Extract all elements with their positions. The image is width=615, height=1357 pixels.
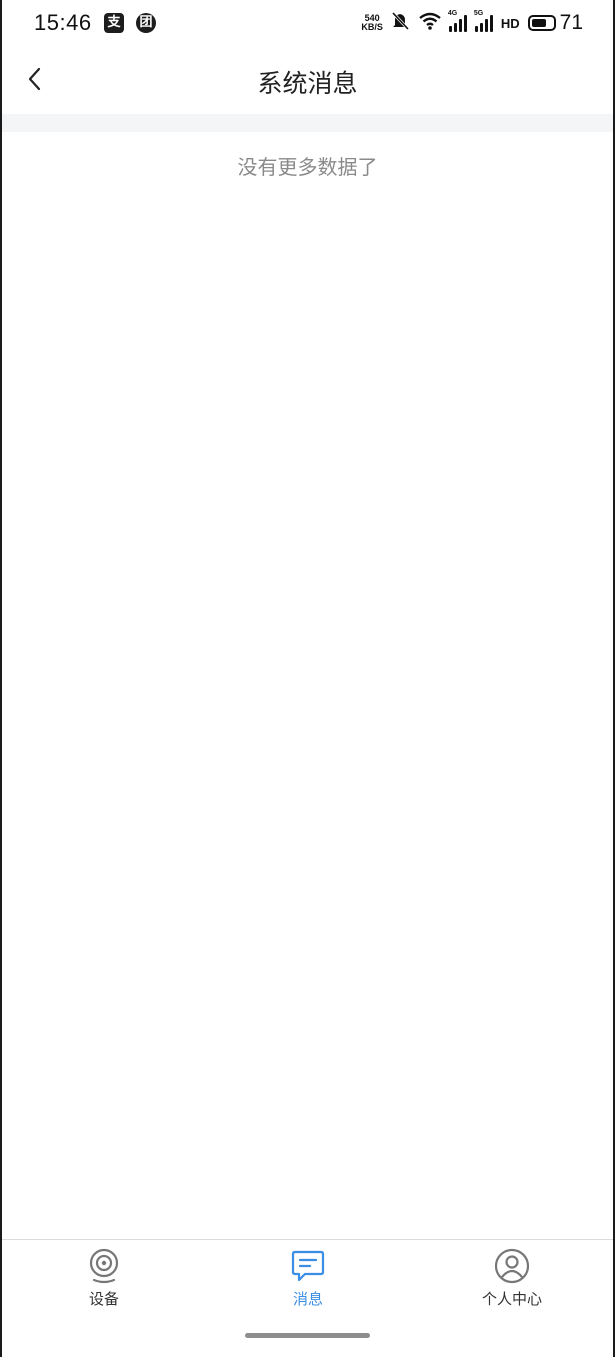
tab-messages[interactable]: 消息: [238, 1248, 378, 1318]
screen-frame: [0, 0, 615, 1357]
meituan-icon: 团: [136, 13, 156, 33]
tab-devices[interactable]: 设备: [34, 1248, 174, 1318]
signal-4g-icon: 4G: [448, 10, 467, 32]
mute-icon: [391, 11, 411, 34]
bottom-tab-bar: 设备 消息 个人中心: [0, 1239, 615, 1357]
tab-profile[interactable]: 个人中心: [442, 1248, 582, 1318]
empty-list-message: 没有更多数据了: [237, 155, 378, 179]
header-divider: [0, 114, 615, 132]
tab-devices-label: 设备: [88, 1290, 119, 1308]
status-time: 15:46: [34, 10, 92, 35]
battery-icon: 71: [527, 11, 583, 35]
status-indicators: 540 KB/S 4G 5G HD 71: [361, 8, 583, 38]
status-bar: 15:46 支 团 540 KB/S 4G 5G HD 71: [0, 0, 615, 48]
battery-body: [527, 15, 556, 31]
home-indicator: [245, 1333, 370, 1338]
alipay-icon: 支: [104, 13, 124, 33]
battery-fill: [531, 19, 546, 27]
signal-5g-icon: 5G: [474, 10, 493, 32]
network-speed: 540 KB/S: [361, 14, 383, 32]
page-title: 系统消息: [257, 69, 358, 98]
tab-messages-label: 消息: [292, 1290, 323, 1308]
signal-5g-tag: 5G: [473, 10, 484, 17]
message-icon: [291, 1250, 325, 1282]
network-speed-unit: KB/S: [361, 22, 383, 32]
wifi-icon: [419, 12, 441, 34]
hd-icon: HD: [500, 15, 520, 31]
battery-level: 71: [559, 11, 583, 34]
camera-icon: [89, 1248, 119, 1284]
signal-4g-tag: 4G: [447, 10, 458, 17]
navigation-header: 系统消息: [0, 48, 615, 114]
tab-profile-label: 个人中心: [481, 1290, 542, 1308]
user-icon: [494, 1248, 530, 1284]
